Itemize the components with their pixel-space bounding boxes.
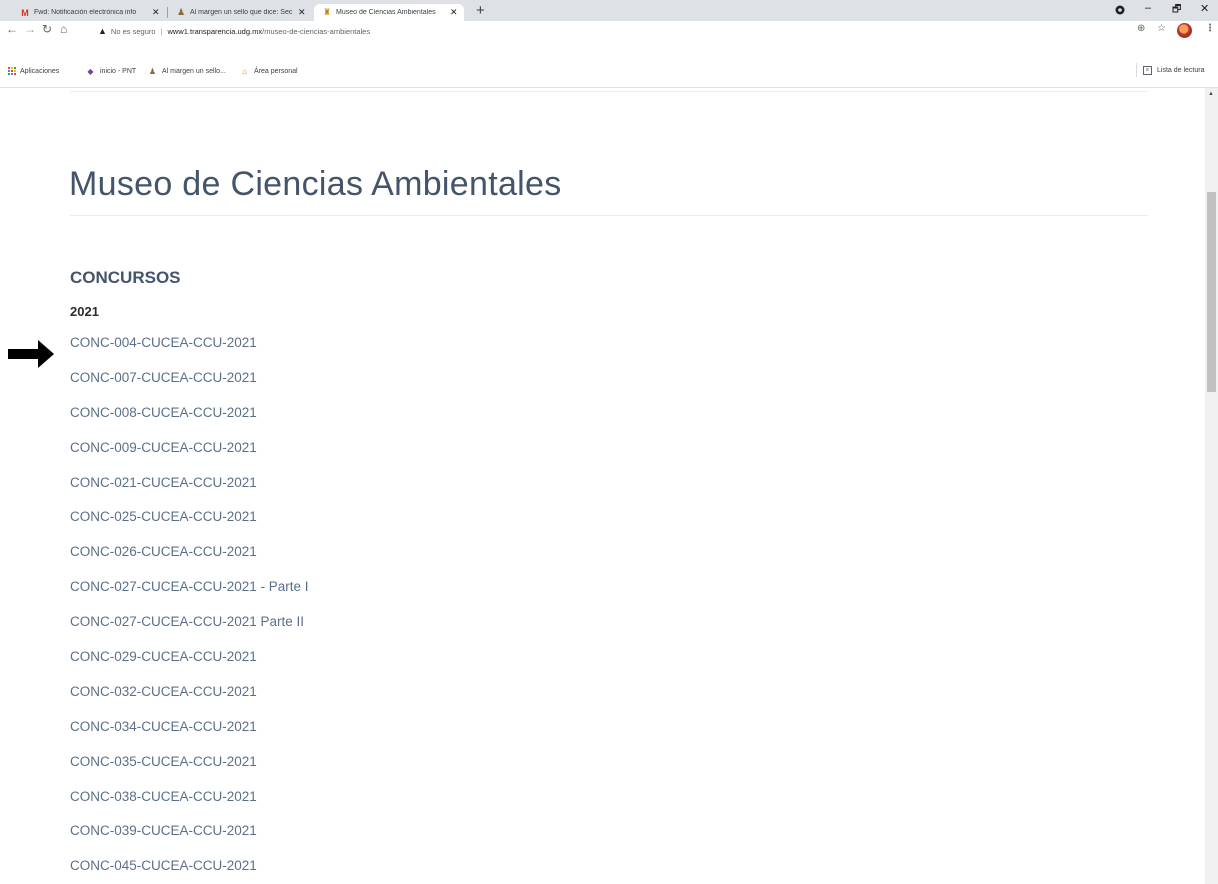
browser-toolbar: ← → ↻ ⌂ ▲ No es seguro | www1.transparen… bbox=[0, 21, 1218, 41]
list-item: CONC-008-CUCEA-CCU-2021 bbox=[70, 405, 309, 440]
list-item: CONC-029-CUCEA-CCU-2021 bbox=[70, 649, 309, 684]
bookmark-label: Aplicaciones bbox=[20, 67, 60, 75]
bookmark-apps[interactable]: Aplicaciones bbox=[8, 65, 59, 77]
scroll-up-icon[interactable]: ▲ bbox=[1208, 91, 1214, 97]
list-item: CONC-032-CUCEA-CCU-2021 bbox=[70, 684, 309, 719]
list-item: CONC-035-CUCEA-CCU-2021 bbox=[70, 754, 309, 789]
scrollbar-thumb[interactable] bbox=[1207, 192, 1216, 392]
tab-al-margen[interactable]: ♟ Al margen un sello que dice: Sec ✕ bbox=[168, 4, 312, 21]
warning-icon[interactable]: ▲ bbox=[98, 26, 107, 36]
pnt-icon: ◆ bbox=[87, 66, 94, 76]
concurso-link[interactable]: CONC-025-CUCEA-CCU-2021 bbox=[70, 509, 257, 524]
apps-grid-icon bbox=[8, 67, 16, 75]
concursos-list: CONC-004-CUCEA-CCU-2021 CONC-007-CUCEA-C… bbox=[70, 335, 309, 884]
bookmark-area-personal[interactable]: ⌂ Área personal bbox=[240, 65, 298, 77]
restore-icon[interactable]: 🗗 bbox=[1172, 2, 1181, 19]
bookmark-label: Al margen un sello... bbox=[162, 67, 226, 75]
extension-icon[interactable] bbox=[1115, 5, 1125, 15]
concurso-link[interactable]: CONC-008-CUCEA-CCU-2021 bbox=[70, 405, 257, 420]
tab-museo[interactable]: ♜ Museo de Ciencias Ambientales ✕ bbox=[314, 4, 464, 21]
close-tab-icon[interactable]: ✕ bbox=[450, 7, 458, 18]
museum-icon: ♜ bbox=[322, 7, 332, 17]
menu-kebab-icon[interactable]: ⋮ bbox=[1205, 23, 1215, 34]
bookmark-pnt[interactable]: ◆ inicio - PNT bbox=[86, 65, 136, 77]
url-host[interactable]: www1.transparencia.udg.mx bbox=[167, 27, 262, 36]
list-item: CONC-038-CUCEA-CCU-2021 bbox=[70, 789, 309, 824]
list-item: CONC-025-CUCEA-CCU-2021 bbox=[70, 509, 309, 544]
concurso-link[interactable]: CONC-027-CUCEA-CCU-2021 Parte II bbox=[70, 614, 304, 629]
bookmark-al-margen[interactable]: ♟ Al margen un sello... bbox=[148, 65, 226, 77]
arrow-right-icon bbox=[8, 340, 54, 368]
new-tab-button[interactable]: + bbox=[476, 2, 485, 19]
concurso-link[interactable]: CONC-027-CUCEA-CCU-2021 - Parte I bbox=[70, 579, 309, 594]
list-item: CONC-004-CUCEA-CCU-2021 bbox=[70, 335, 309, 370]
list-item: CONC-045-CUCEA-CCU-2021 bbox=[70, 858, 309, 884]
list-item: CONC-027-CUCEA-CCU-2021 - Parte I bbox=[70, 579, 309, 614]
home-icon: ⌂ bbox=[242, 66, 247, 76]
concurso-link[interactable]: CONC-026-CUCEA-CCU-2021 bbox=[70, 544, 257, 559]
list-item: CONC-007-CUCEA-CCU-2021 bbox=[70, 370, 309, 405]
concurso-link[interactable]: CONC-035-CUCEA-CCU-2021 bbox=[70, 754, 257, 769]
concurso-link[interactable]: CONC-004-CUCEA-CCU-2021 bbox=[70, 335, 257, 350]
concurso-link[interactable]: CONC-021-CUCEA-CCU-2021 bbox=[70, 475, 257, 490]
concurso-link[interactable]: CONC-007-CUCEA-CCU-2021 bbox=[70, 370, 257, 385]
shield-crest-icon: ♟ bbox=[176, 7, 186, 17]
back-icon[interactable]: ← bbox=[6, 22, 18, 36]
tab-title: Al margen un sello que dice: Sec bbox=[190, 9, 293, 16]
header-edge bbox=[70, 88, 1148, 92]
address-bar[interactable]: ▲ No es seguro | www1.transparencia.udg.… bbox=[98, 23, 1098, 39]
concurso-link[interactable]: CONC-034-CUCEA-CCU-2021 bbox=[70, 719, 257, 734]
bookmark-star-icon[interactable]: ☆ bbox=[1157, 23, 1166, 34]
reading-list-icon: ≡ bbox=[1143, 65, 1152, 75]
concurso-link[interactable]: CONC-038-CUCEA-CCU-2021 bbox=[70, 789, 257, 804]
concurso-link[interactable]: CONC-009-CUCEA-CCU-2021 bbox=[70, 440, 257, 455]
bookmark-label: inicio - PNT bbox=[100, 67, 137, 75]
concurso-link[interactable]: CONC-039-CUCEA-CCU-2021 bbox=[70, 823, 257, 838]
section-title: CONCURSOS bbox=[70, 268, 181, 287]
gmail-icon: M bbox=[21, 7, 29, 18]
close-window-icon[interactable]: ✕ bbox=[1200, 2, 1209, 15]
profile-avatar[interactable] bbox=[1177, 23, 1192, 38]
list-item: CONC-026-CUCEA-CCU-2021 bbox=[70, 544, 309, 579]
list-item: CONC-027-CUCEA-CCU-2021 Parte II bbox=[70, 614, 309, 649]
page-viewport: Museo de Ciencias Ambientales CONCURSOS … bbox=[0, 88, 1205, 884]
home-icon[interactable]: ⌂ bbox=[60, 22, 67, 36]
concurso-link[interactable]: CONC-045-CUCEA-CCU-2021 bbox=[70, 858, 257, 873]
close-tab-icon[interactable]: ✕ bbox=[298, 7, 306, 18]
tab-title: Fwd: Notificación electrónica info bbox=[34, 9, 137, 16]
tab-strip: M Fwd: Notificación electrónica info ✕ ♟… bbox=[0, 0, 1218, 21]
list-item: CONC-034-CUCEA-CCU-2021 bbox=[70, 719, 309, 754]
concurso-link[interactable]: CONC-032-CUCEA-CCU-2021 bbox=[70, 684, 257, 699]
list-item: CONC-009-CUCEA-CCU-2021 bbox=[70, 440, 309, 475]
close-tab-icon[interactable]: ✕ bbox=[152, 7, 160, 18]
concurso-link[interactable]: CONC-029-CUCEA-CCU-2021 bbox=[70, 649, 257, 664]
page-title: Museo de Ciencias Ambientales bbox=[69, 165, 562, 203]
year-heading: 2021 bbox=[70, 304, 99, 319]
list-item: CONC-021-CUCEA-CCU-2021 bbox=[70, 475, 309, 510]
security-label[interactable]: No es seguro bbox=[111, 27, 156, 36]
reload-icon[interactable]: ↻ bbox=[42, 22, 52, 36]
tab-title: Museo de Ciencias Ambientales bbox=[336, 9, 436, 16]
reading-list-button[interactable]: ≡ Lista de lectura bbox=[1136, 63, 1204, 77]
minimize-icon[interactable]: – bbox=[1145, 2, 1151, 14]
list-item: CONC-039-CUCEA-CCU-2021 bbox=[70, 823, 309, 858]
forward-icon[interactable]: → bbox=[24, 22, 36, 36]
bookmark-label: Área personal bbox=[254, 67, 298, 75]
bookmarks-bar: Aplicaciones ◆ inicio - PNT ♟ Al margen … bbox=[0, 41, 1218, 88]
shield-crest-icon: ♟ bbox=[148, 66, 157, 76]
reading-list-label: Lista de lectura bbox=[1157, 66, 1205, 74]
tab-gmail[interactable]: M Fwd: Notificación electrónica info ✕ bbox=[12, 4, 166, 21]
zoom-icon[interactable]: ⊕ bbox=[1137, 23, 1145, 34]
vertical-scrollbar[interactable]: ▲ bbox=[1205, 88, 1218, 884]
url-path[interactable]: /museo-de-ciencias-ambientales bbox=[262, 27, 370, 36]
title-divider bbox=[70, 215, 1148, 216]
address-divider: | bbox=[160, 26, 163, 36]
